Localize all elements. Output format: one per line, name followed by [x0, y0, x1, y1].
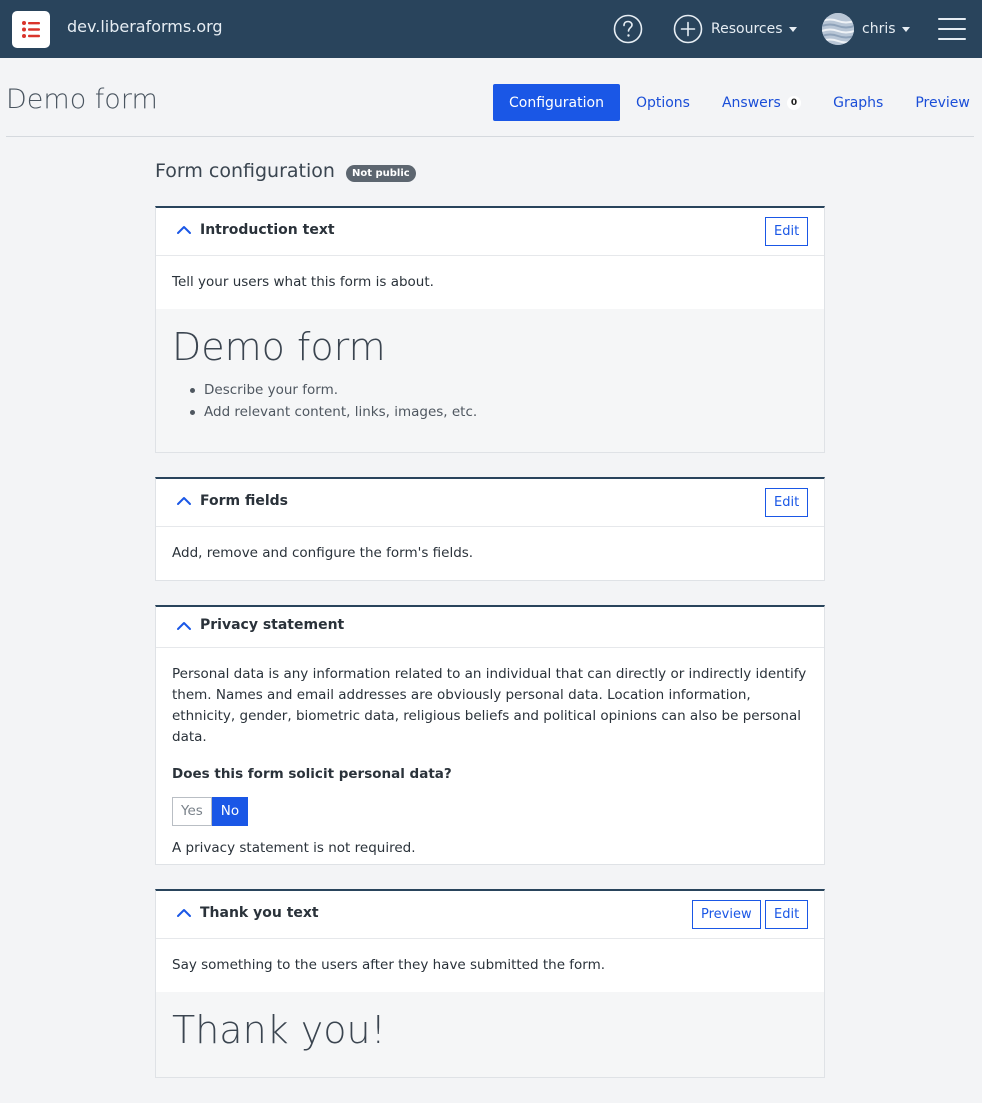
preview-list: Describe your form. Add relevant content…: [172, 379, 808, 423]
menu-icon[interactable]: [938, 18, 966, 40]
tab-label: Configuration: [509, 94, 604, 111]
tab-label: Graphs: [833, 94, 884, 111]
intro-card: Introduction text Edit Tell your users w…: [155, 206, 825, 453]
card-header[interactable]: Introduction text Edit: [156, 208, 824, 256]
card-description: Say something to the users after they ha…: [172, 957, 606, 973]
answers-count-badge: 0: [786, 95, 802, 110]
chevron-up-icon[interactable]: [176, 621, 192, 631]
site-name[interactable]: dev.liberaforms.org: [67, 17, 223, 36]
thanks-card: Thank you text Preview Edit Say somethin…: [155, 889, 825, 1078]
tab-graphs[interactable]: Graphs: [817, 84, 899, 121]
tab-configuration[interactable]: Configuration: [493, 84, 620, 121]
list-item: Describe your form.: [190, 379, 808, 401]
no-option[interactable]: No: [211, 797, 249, 826]
edit-button[interactable]: Edit: [765, 217, 809, 246]
preview-heading: Demo form: [172, 325, 386, 369]
form-tabs: Configuration Options Answers 0 Graphs Pr…: [493, 84, 982, 121]
privacy-card: Privacy statement Personal data is any i…: [155, 605, 825, 865]
intro-preview: Demo form Describe your form. Add releva…: [156, 309, 824, 452]
tab-options[interactable]: Options: [620, 84, 706, 121]
card-title: Form fields: [200, 493, 289, 509]
app-logo[interactable]: [12, 11, 50, 48]
card-title: Thank you text: [200, 905, 319, 921]
chevron-up-icon[interactable]: [176, 496, 192, 506]
card-description: Add, remove and configure the form's fie…: [172, 545, 474, 561]
privacy-note: A privacy statement is not required.: [172, 840, 416, 856]
caret-down-icon: [901, 26, 910, 32]
caret-down-icon: [788, 26, 797, 32]
card-title: Introduction text: [200, 222, 335, 238]
user-name: chris: [862, 21, 896, 37]
thanks-preview: Thank you!: [156, 992, 824, 1077]
edit-button[interactable]: Edit: [765, 900, 809, 929]
tab-label: Preview: [915, 94, 970, 111]
preview-button[interactable]: Preview: [692, 900, 761, 929]
fields-card: Form fields Edit Add, remove and configu…: [155, 477, 825, 581]
resources-label: Resources: [711, 21, 783, 37]
card-description: Tell your users what this form is about.: [172, 274, 434, 290]
chevron-up-icon[interactable]: [176, 225, 192, 235]
privacy-body: Personal data is any information related…: [156, 648, 824, 875]
card-header[interactable]: Thank you text Preview Edit: [156, 891, 824, 939]
plus-circle-icon: [673, 14, 703, 44]
tab-label: Options: [635, 94, 690, 111]
avatar: [822, 13, 854, 45]
chevron-up-icon[interactable]: [176, 908, 192, 918]
tab-label: Answers: [721, 94, 781, 111]
personal-data-toggle: Yes No: [172, 797, 808, 826]
card-title: Privacy statement: [200, 617, 345, 633]
page-title: Demo form: [6, 84, 158, 115]
list-icon: [22, 21, 40, 38]
personal-data-question: Does this form solicit personal data?: [172, 766, 452, 782]
yes-option[interactable]: Yes: [172, 797, 212, 826]
tab-answers[interactable]: Answers 0: [706, 84, 817, 121]
preview-heading: Thank you!: [172, 1008, 386, 1052]
top-navbar: dev.liberaforms.org Resources chris: [0, 0, 982, 58]
list-item: Add relevant content, links, images, etc…: [190, 401, 808, 423]
resources-menu[interactable]: Resources: [673, 14, 797, 44]
card-header[interactable]: Form fields Edit: [156, 479, 824, 527]
tab-preview[interactable]: Preview: [899, 84, 982, 121]
edit-button[interactable]: Edit: [765, 488, 809, 517]
privacy-description: Personal data is any information related…: [172, 666, 807, 745]
help-icon[interactable]: [613, 14, 643, 44]
divider: [6, 136, 974, 137]
status-badge: Not public: [346, 165, 416, 182]
card-header[interactable]: Privacy statement: [156, 607, 824, 648]
section-title: Form configuration: [155, 160, 335, 182]
user-menu[interactable]: chris: [822, 13, 910, 45]
